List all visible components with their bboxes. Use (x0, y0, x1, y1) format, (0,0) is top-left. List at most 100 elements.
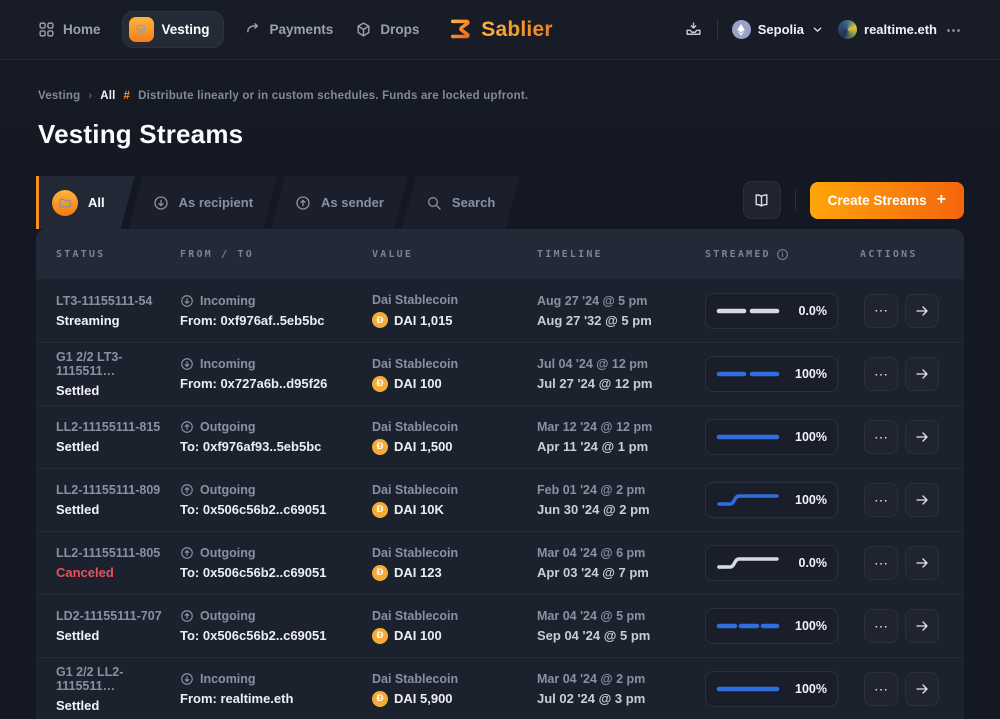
direction-label: Incoming (180, 672, 372, 686)
streamed-progress-box[interactable]: 100% (705, 482, 838, 518)
nav-item-payments[interactable]: Payments (245, 21, 334, 38)
timeline-cell: Feb 01 '24 @ 2 pmJun 30 '24 @ 2 pm (537, 483, 705, 517)
table-row[interactable]: G1 2/2 LL2-1115511…SettledIncomingFrom: … (36, 657, 964, 719)
book-icon (753, 192, 770, 209)
timeline-cell: Jul 04 '24 @ 12 pmJul 27 '24 @ 12 pm (537, 357, 705, 391)
from-to-cell: Outgoing To: 0x506c56b2..c69051 (180, 483, 372, 517)
nav-item-vesting[interactable]: Vesting (123, 12, 223, 47)
docs-button[interactable] (743, 181, 781, 219)
start-time: Feb 01 '24 @ 2 pm (537, 483, 705, 497)
counterparty-address[interactable]: From: 0x727a6b..d95f26 (180, 376, 372, 391)
row-more-button[interactable]: ⋯ (864, 483, 898, 517)
row-open-button[interactable] (905, 294, 939, 328)
counterparty-address[interactable]: From: realtime.eth (180, 691, 372, 706)
direction-label: Incoming (180, 294, 372, 308)
create-streams-button[interactable]: Create Streams + (810, 182, 964, 219)
direction-text: Outgoing (200, 483, 256, 497)
inbox-icon[interactable] (684, 20, 703, 39)
account-more-icon[interactable]: ⋯ (946, 21, 962, 39)
streamed-progress-box[interactable]: 100% (705, 419, 838, 455)
row-more-button[interactable]: ⋯ (864, 420, 898, 454)
counterparty-address[interactable]: To: 0x506c56b2..c69051 (180, 628, 372, 643)
arrow-right-icon (914, 555, 930, 571)
stream-id: LL2-11155111-809 (56, 483, 180, 497)
streamed-progress-box[interactable]: 100% (705, 356, 838, 392)
amount-text: DAI 123 (394, 565, 442, 580)
nav-item-drops[interactable]: Drops (355, 21, 419, 38)
table-row[interactable]: LT3-11155111-54StreamingIncomingFrom: 0x… (36, 279, 964, 342)
stream-id: G1 2/2 LL2-1115511… (56, 665, 180, 693)
table-row[interactable]: LL2-11155111-815SettledOutgoingTo: 0xf97… (36, 405, 964, 468)
tab-all[interactable]: All (36, 176, 135, 229)
status-cell: LL2-11155111-805Canceled (56, 546, 180, 580)
dai-coin-icon: Đ (372, 628, 388, 644)
start-time: Mar 04 '24 @ 2 pm (537, 672, 705, 686)
row-more-button[interactable]: ⋯ (864, 357, 898, 391)
tab-as-recipient[interactable]: As recipient (129, 176, 277, 229)
cube-icon (355, 21, 372, 38)
streamed-progress-box[interactable]: 0.0% (705, 293, 838, 329)
breadcrumb-current[interactable]: All (100, 90, 115, 102)
row-open-button[interactable] (905, 546, 939, 580)
brand-logo[interactable]: Sablier (447, 17, 552, 43)
end-time: Apr 11 '24 @ 1 pm (537, 439, 705, 454)
table-row[interactable]: LL2-11155111-805CanceledOutgoingTo: 0x50… (36, 531, 964, 594)
incoming-icon (180, 294, 194, 308)
arrow-up-circle-icon (295, 195, 311, 211)
streamed-progress-box[interactable]: 100% (705, 608, 838, 644)
from-to-cell: Incoming From: realtime.eth (180, 672, 372, 706)
table-row[interactable]: G1 2/2 LT3-1115511…SettledIncomingFrom: … (36, 342, 964, 405)
arrow-right-icon (914, 303, 930, 319)
end-time: Sep 04 '24 @ 5 pm (537, 628, 705, 643)
tab-search[interactable]: Search (402, 176, 519, 229)
stream-id: LL2-11155111-805 (56, 546, 180, 560)
account-name: realtime.eth (864, 22, 937, 37)
breadcrumb-root[interactable]: Vesting (38, 90, 80, 102)
timeline-cell: Aug 27 '24 @ 5 pmAug 27 '32 @ 5 pm (537, 294, 705, 328)
direction-text: Incoming (200, 672, 256, 686)
row-more-button[interactable]: ⋯ (864, 546, 898, 580)
account-menu[interactable]: realtime.eth ⋯ (838, 20, 962, 39)
end-time: Jul 02 '24 @ 3 pm (537, 691, 705, 706)
outgoing-icon (180, 483, 194, 497)
table-row[interactable]: LL2-11155111-809SettledOutgoingTo: 0x506… (36, 468, 964, 531)
counterparty-address[interactable]: From: 0xf976af..5eb5bc (180, 313, 372, 328)
tab-label: As sender (321, 195, 384, 210)
counterparty-address[interactable]: To: 0xf976af93..5eb5bc (180, 439, 372, 454)
streamed-percent: 100% (795, 619, 827, 633)
ethereum-icon (732, 20, 751, 39)
dai-coin-icon: Đ (372, 565, 388, 581)
arrow-right-icon (914, 429, 930, 445)
start-time: Mar 04 '24 @ 5 pm (537, 609, 705, 623)
row-more-button[interactable]: ⋯ (864, 672, 898, 706)
row-more-button[interactable]: ⋯ (864, 609, 898, 643)
counterparty-address[interactable]: To: 0x506c56b2..c69051 (180, 565, 372, 580)
info-icon[interactable] (776, 248, 789, 261)
row-open-button[interactable] (905, 672, 939, 706)
column-header-from-to: FROM / TO (180, 249, 372, 260)
row-open-button[interactable] (905, 357, 939, 391)
nav-item-home[interactable]: Home (38, 21, 101, 38)
tab-as-sender[interactable]: As sender (271, 176, 408, 229)
sablier-hourglass-icon (447, 17, 473, 43)
table-row[interactable]: LD2-11155111-707SettledOutgoingTo: 0x506… (36, 594, 964, 657)
actions-cell: ⋯ (860, 294, 964, 328)
streamed-sparkline (716, 429, 780, 445)
row-open-button[interactable] (905, 609, 939, 643)
streamed-percent: 100% (795, 682, 827, 696)
arrow-right-icon (914, 681, 930, 697)
streamed-progress-box[interactable]: 0.0% (705, 545, 838, 581)
row-more-button[interactable]: ⋯ (864, 294, 898, 328)
network-selector[interactable]: Sepolia (732, 20, 824, 39)
counterparty-address[interactable]: To: 0x506c56b2..c69051 (180, 502, 372, 517)
status-cell: LL2-11155111-815Settled (56, 420, 180, 454)
row-open-button[interactable] (905, 420, 939, 454)
brand-name: Sablier (481, 18, 552, 42)
token-name: Dai Stablecoin (372, 546, 537, 560)
row-open-button[interactable] (905, 483, 939, 517)
nav-item-label: Home (63, 22, 101, 37)
streamed-progress-box[interactable]: 100% (705, 671, 838, 707)
payments-arrow-icon (245, 21, 262, 38)
nav-item-label: Payments (270, 22, 334, 37)
token-amount: ĐDAI 1,015 (372, 312, 537, 328)
